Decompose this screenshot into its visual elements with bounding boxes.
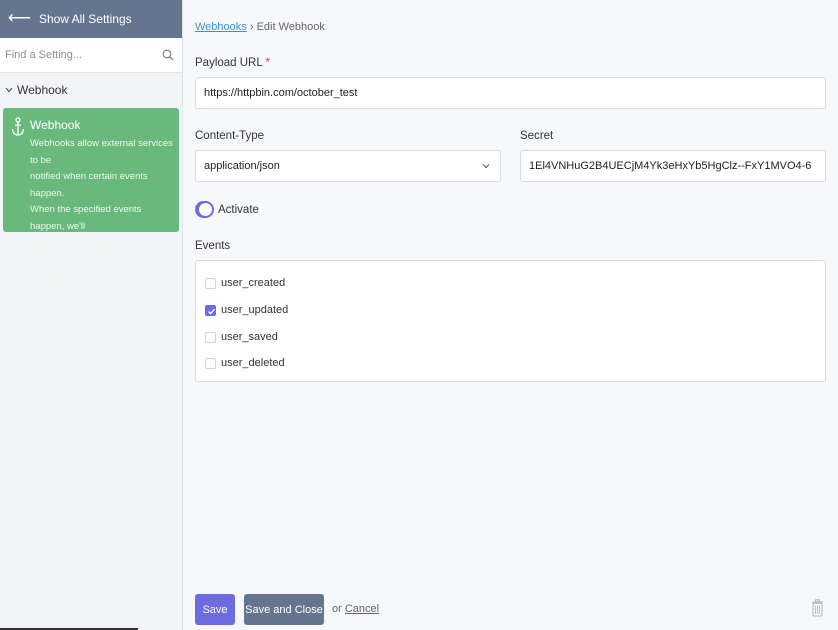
toggle-knob [199,203,212,216]
event-item-user-saved[interactable]: user_saved [205,331,278,343]
content-type-label: Content-Type [195,130,265,142]
sidebar: ⟵ Show All Settings Webhook Webhook Webh… [0,0,183,630]
cancel-text: or Cancel [332,603,379,615]
sidebar-group-label: Webhook [17,83,68,97]
breadcrumb-webhooks-link[interactable]: Webhooks [195,21,247,33]
events-list: user_created user_updated user_saved use… [195,260,826,382]
payload-url-label-text: Payload URL [195,57,263,69]
cancel-link[interactable]: Cancel [345,603,379,615]
save-button[interactable]: Save [195,594,235,625]
breadcrumb-current: Edit Webhook [256,21,325,33]
secret-label: Secret [520,130,554,142]
breadcrumb: Webhooks › Edit Webhook [195,21,325,33]
main-content: Webhooks › Edit Webhook Payload URL * Co… [183,0,838,630]
settings-search-input[interactable] [5,49,162,61]
secret-field [520,150,826,182]
event-item-user-updated[interactable]: user_updated [205,304,288,316]
sidebar-item-title: Webhook [30,118,81,132]
check-icon [208,308,216,315]
activate-toggle[interactable] [195,201,214,218]
payload-url-field [195,77,826,109]
checkbox[interactable] [205,331,216,343]
checkbox[interactable] [205,357,216,369]
content-type-value: application/json [204,160,280,172]
search-icon[interactable] [162,49,174,61]
event-label: user_updated [221,304,289,316]
anchor-icon [11,117,25,136]
event-label: user_created [221,277,286,289]
show-all-settings-label: Show All Settings [38,12,132,26]
event-label: user_deleted [221,357,285,369]
save-and-close-button[interactable]: Save and Close [244,594,324,625]
arrow-left-icon: ⟵ [8,10,31,27]
payload-url-input[interactable] [204,87,817,99]
content-type-select[interactable]: application/json [195,150,501,182]
desc-line: notified when certain events happen. [30,171,148,199]
trash-icon[interactable] [811,599,824,617]
secret-input[interactable] [529,160,817,172]
required-marker: * [265,57,271,69]
chevron-down-icon [482,164,490,169]
checkbox[interactable] [205,277,216,289]
event-label: user_saved [221,331,278,343]
payload-url-label: Payload URL * [195,57,270,69]
settings-search [0,38,182,73]
breadcrumb-separator: › [249,21,254,33]
activate-label: Activate [218,204,259,216]
desc-line: Webhooks allow external services to be [30,138,173,166]
desc-line: send a POST request to each of the URLs [30,237,166,265]
event-item-user-created[interactable]: user_created [205,277,285,289]
events-label: Events [195,240,231,252]
sidebar-item-webhook[interactable]: Webhook Webhooks allow external services… [3,108,179,281]
sidebar-item-description: Webhooks allow external services to be n… [30,136,173,285]
chevron-down-icon [5,85,13,95]
event-item-user-deleted[interactable]: user_deleted [205,357,285,369]
checkbox-checked[interactable] [205,304,216,316]
show-all-settings-button[interactable]: ⟵ Show All Settings [0,0,182,38]
sidebar-group-webhook[interactable]: Webhook [0,73,182,107]
desc-line: When the specified events happen, we'll [30,204,142,232]
or-label: or [332,603,342,615]
desc-line: you provide. [30,270,82,281]
